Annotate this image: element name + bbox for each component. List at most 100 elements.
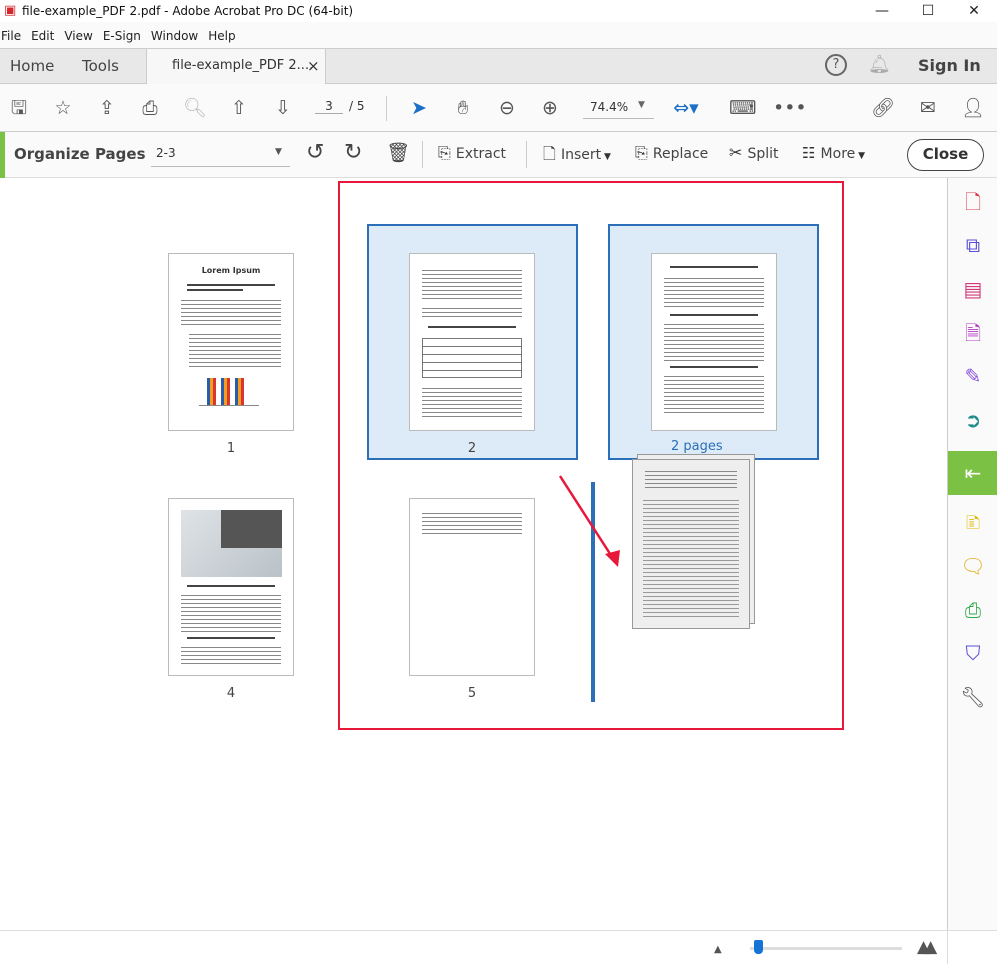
extract-label: Extract [455,146,507,162]
star-icon[interactable]: ☆ [50,96,76,120]
thumbnail-size-slider[interactable] [750,940,902,954]
small-thumbnail-icon[interactable]: ▲ [714,944,722,955]
print-icon[interactable]: ⎙ [137,96,163,120]
right-tools-pane: 🗋 ⧉ ▤ 🗎 ✎ ➲ ⇤ 🗈 🗨 ⎙ ⛉ 🔧︎ [947,178,997,930]
page-label-2: 2 [467,441,477,456]
organize-pages-toolbar: Organize Pages 2-3 ▼ ↺ ↻ 🗑︎ ⎘ Extract 🗋 … [0,132,997,178]
split-label: Split [747,146,779,162]
main-toolbar: 🖫 ☆ ⇪ ⎙ 🔍︎ ⇧ ⇩ 3 / 5 ➤ ✋︎ ⊖ ⊕ 74.4% ▼ ⇔▾… [0,84,997,132]
rotate-left-icon[interactable]: ↺ [306,140,324,165]
maximize-button[interactable]: ☐ [905,0,951,22]
close-tab-icon[interactable]: × [307,57,320,75]
page-thumbnail-1[interactable]: Lorem Ipsum [168,253,294,431]
insert-page-icon: 🗋 [543,144,556,163]
create-pdf-icon[interactable]: 🗋 [958,187,988,217]
delete-icon[interactable]: 🗑︎ [386,141,410,164]
tab-home[interactable]: Home [10,57,54,75]
drag-count-label: 2 pages [671,439,723,454]
menu-window[interactable]: Window [150,22,203,43]
upload-cloud-icon[interactable]: ⇪ [94,96,120,120]
bar-chart-image [199,378,259,406]
extract-icon: ⎘ [438,143,451,162]
chevron-down-icon: ▼ [275,147,282,157]
save-icon[interactable]: 🖫 [6,96,32,120]
fill-sign-icon[interactable]: ✎ [958,361,988,391]
add-user-icon[interactable]: 👤︎ [960,96,986,120]
combine-files-icon[interactable]: ⧉ [958,230,988,260]
close-organize-button[interactable]: Close [907,139,984,171]
page-thumbnail-5[interactable] [409,498,535,676]
replace-button[interactable]: ⎘ Replace [635,143,708,163]
page-range-dropdown[interactable]: 2-3 ▼ [151,141,290,167]
page-total: / 5 [349,99,365,113]
zoom-dropdown[interactable]: 74.4% ▼ [583,97,654,119]
protect-shield-icon[interactable]: ⛉ [958,638,988,668]
rotate-right-icon[interactable]: ↻ [344,140,362,165]
accent-stripe [0,132,5,178]
dragged-pages-preview [632,459,750,629]
scroll-mode-icon[interactable]: ⌨ [729,96,756,120]
edit-pdf-icon[interactable]: 🗎 [958,318,988,348]
comment-file-icon[interactable]: 🗈 [958,507,988,537]
page-range-value: 2-3 [156,146,176,160]
previous-page-icon[interactable]: ⇧ [226,96,252,120]
more-label: More [820,146,856,162]
large-thumbnail-icon[interactable]: ▲▲ [917,937,937,957]
bell-icon[interactable]: 🔔︎ [868,54,891,75]
sign-in-button[interactable]: Sign In [918,56,981,75]
print-production-icon[interactable]: ⎙ [958,595,988,625]
zoom-in-icon[interactable]: ⊕ [537,96,563,120]
fit-page-icon[interactable]: ⇔▾ [673,96,699,120]
divider [386,96,387,121]
page-thumbnail-3[interactable] [651,253,777,431]
scissors-icon: ✂ [729,143,743,162]
menu-help[interactable]: Help [207,22,240,43]
help-icon[interactable]: ? [825,54,847,76]
email-icon[interactable]: ✉ [915,96,941,120]
insert-button[interactable]: 🗋 Insert ▼ [543,143,611,170]
tab-tools[interactable]: Tools [82,57,119,75]
divider [422,141,423,168]
laptop-photo [181,510,282,577]
page-number-input[interactable]: 3 [315,99,343,114]
acrobat-logo-icon: ▣ [4,3,17,18]
menu-file[interactable]: File [0,22,26,43]
insert-label: Insert [560,147,602,163]
page-thumbnail-2[interactable] [409,253,535,431]
tab-document[interactable]: file-example_PDF 2.... × [146,48,326,84]
split-button[interactable]: ✂ Split [729,143,779,162]
share-link-icon[interactable]: 🔗︎ [870,96,896,120]
menu-esign[interactable]: E-Sign [102,22,146,43]
replace-label: Replace [652,146,709,162]
tab-bar: Home Tools file-example_PDF 2.... × ? 🔔︎… [0,48,997,84]
comment-icon[interactable]: 🗨 [958,551,988,581]
divider [526,141,527,168]
zoom-value: 74.4% [590,100,629,114]
select-pointer-icon[interactable]: ➤ [406,96,432,120]
status-bar: ▲ ▲▲ [0,930,997,964]
menu-view[interactable]: View [63,22,97,43]
window-title: file-example_PDF 2.pdf - Adobe Acrobat P… [22,4,354,18]
minimize-button[interactable]: — [859,0,905,22]
page-thumbnail-4[interactable] [168,498,294,676]
more-tools-wrench-icon[interactable]: 🔧︎ [958,682,988,712]
page-label-4: 4 [226,686,236,701]
more-button[interactable]: ☷ More ▼ [802,143,865,162]
menu-bar: File Edit View E-Sign Window Help [0,22,997,48]
extract-button[interactable]: ⎘ Extract [438,143,506,163]
more-tools-icon[interactable]: ••• [773,96,807,120]
menu-edit[interactable]: Edit [30,22,59,43]
organize-pages-tool-active[interactable]: ⇤ [948,451,997,495]
slider-handle[interactable] [753,940,763,954]
close-window-button[interactable]: ✕ [951,0,997,22]
organize-layout-icon[interactable]: ▤ [958,274,988,304]
hand-icon[interactable]: ✋︎ [450,96,476,120]
export-pdf-icon[interactable]: ➲ [958,405,988,435]
more-list-icon: ☷ [802,144,816,162]
next-page-icon[interactable]: ⇩ [270,96,296,120]
page-label-1: 1 [226,441,236,456]
organize-pages-icon: ⇤ [964,461,982,485]
replace-icon: ⎘ [635,143,648,162]
search-icon[interactable]: 🔍︎ [182,96,208,120]
zoom-out-icon[interactable]: ⊖ [494,96,520,120]
